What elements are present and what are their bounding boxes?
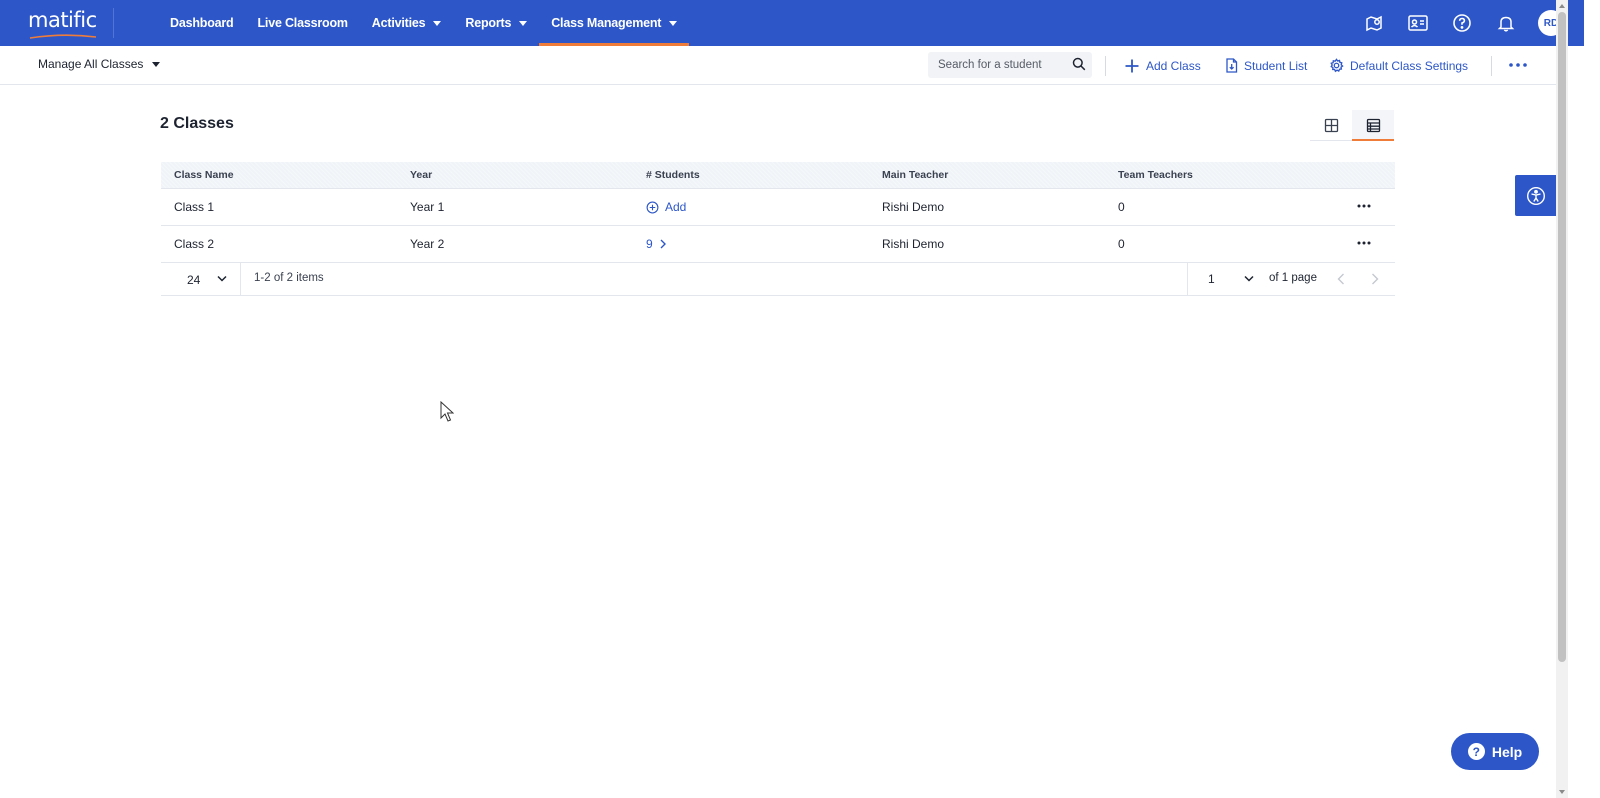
notifications-button[interactable] [1484,0,1528,46]
nav-reports[interactable]: Reports [453,0,539,46]
student-count-value: 9 [646,237,653,251]
toolbar-divider [1105,56,1106,76]
manage-classes-label: Manage All Classes [38,57,144,71]
team-teachers-cell: 0 [1118,200,1125,214]
chevron-left-icon[interactable] [1337,273,1345,285]
nav-live-classroom[interactable]: Live Classroom [246,0,360,46]
year-cell: Year 1 [410,200,445,214]
classes-table: Class Name Year # Students Main Teacher … [161,162,1395,296]
class-management-toolbar: Manage All Classes Add Class Student Lis… [0,46,1556,85]
page-title: 2 Classes [160,115,234,132]
page-size-value: 24 [187,272,201,287]
toolbar-divider [1491,56,1492,76]
nav-activities[interactable]: Activities [360,0,454,46]
column-header-year[interactable]: Year [410,169,432,181]
help-circle-icon [1453,14,1471,32]
student-list-button[interactable]: Student List [1225,58,1307,73]
more-options-icon[interactable] [1508,59,1528,71]
plus-circle-icon [646,201,659,213]
help-button[interactable]: ? Help [1451,733,1539,770]
column-header-class-name[interactable]: Class Name [174,169,234,181]
logo-swoosh-icon [29,34,97,39]
row-more-options-icon[interactable] [1357,203,1371,209]
add-students-link[interactable]: Add [646,200,686,214]
caret-down-icon [433,20,442,26]
column-header-students[interactable]: # Students [646,169,700,181]
row-more-options-icon[interactable] [1357,240,1371,246]
nav-dashboard-label: Dashboard [170,16,234,30]
student-search [928,52,1092,78]
help-label: Help [1491,743,1523,760]
matific-logo[interactable]: matific [28,8,98,39]
default-class-settings-button[interactable]: Default Class Settings [1329,58,1468,73]
list-view-button[interactable] [1352,110,1394,141]
accessibility-icon [1526,186,1545,205]
logo-text: matific [28,8,97,32]
page-number-select[interactable]: 1 [1187,263,1267,296]
chevron-down-icon [217,275,227,282]
nav-right-tools: RD [1352,0,1564,46]
current-page-value: 1 [1208,272,1215,286]
scrollbar-thumb[interactable] [1558,12,1566,662]
grid-view-button[interactable] [1310,110,1352,140]
map-button[interactable] [1352,0,1396,46]
bell-icon [1497,16,1515,32]
column-header-main-teacher[interactable]: Main Teacher [882,169,948,181]
default-class-settings-label: Default Class Settings [1350,58,1469,73]
accessibility-button[interactable] [1515,175,1556,216]
caret-down-icon [669,20,678,26]
nav-live-classroom-label: Live Classroom [257,16,348,30]
main-teacher-cell: Rishi Demo [882,200,945,214]
year-cell: Year 2 [410,237,445,251]
gear-icon [1330,58,1344,73]
nav-class-management-label: Class Management [551,16,662,30]
class-name-cell[interactable]: Class 2 [174,237,214,251]
add-class-button[interactable]: Add Class [1124,58,1201,74]
nav-reports-label: Reports [465,16,512,30]
main-teacher-cell: Rishi Demo [882,237,945,251]
student-count-link[interactable]: 9 [646,237,667,251]
chevron-right-icon [660,239,666,249]
nav-class-management[interactable]: Class Management [539,0,690,46]
search-icon[interactable] [1072,57,1086,71]
grid-view-icon [1324,118,1338,132]
question-mark-icon: ? [1467,743,1485,760]
nav-activities-label: Activities [371,16,426,30]
vertical-scrollbar[interactable] [1556,0,1568,798]
map-icon [1366,15,1382,32]
top-navigation-bar: matific Dashboard Live Classroom Activit… [0,0,1584,46]
nav-divider [113,8,114,38]
nav-dashboard[interactable]: Dashboard [158,0,246,46]
column-header-team-teachers[interactable]: Team Teachers [1118,169,1193,181]
scroll-down-arrow-icon[interactable] [1559,790,1565,794]
id-card-icon [1408,15,1428,31]
add-class-label: Add Class [1146,59,1201,73]
manage-classes-dropdown[interactable]: Manage All Classes [38,57,161,71]
student-list-label: Student List [1244,58,1308,73]
id-card-button[interactable] [1396,0,1440,46]
table-pagination: 24 1-2 of 2 items 1 of 1 page [161,263,1395,296]
class-name-cell[interactable]: Class 1 [174,200,214,214]
plus-icon [1125,59,1139,73]
table-row[interactable]: Class 2 Year 2 9 Rishi Demo 0 [161,226,1395,263]
student-search-input[interactable] [928,53,1060,77]
view-toggle [1310,110,1394,141]
caret-down-icon [152,61,161,67]
page-size-select[interactable]: 24 [161,263,241,296]
table-row[interactable]: Class 1 Year 1 Add Rishi Demo 0 [161,189,1395,226]
table-header: Class Name Year # Students Main Teacher … [161,162,1395,189]
chevron-down-icon [1244,275,1254,282]
total-pages-text: of 1 page [1269,272,1317,284]
mouse-pointer-icon [440,401,454,422]
list-view-icon [1366,118,1380,132]
chevron-right-icon[interactable] [1371,273,1379,285]
scroll-up-arrow-icon[interactable] [1559,4,1565,8]
add-students-label: Add [665,200,687,214]
help-center-button[interactable] [1440,0,1484,46]
caret-down-icon [519,20,528,26]
items-count-text: 1-2 of 2 items [254,272,324,284]
file-download-icon [1226,58,1238,73]
team-teachers-cell: 0 [1118,237,1125,251]
main-nav: Dashboard Live Classroom Activities Repo… [158,0,690,46]
